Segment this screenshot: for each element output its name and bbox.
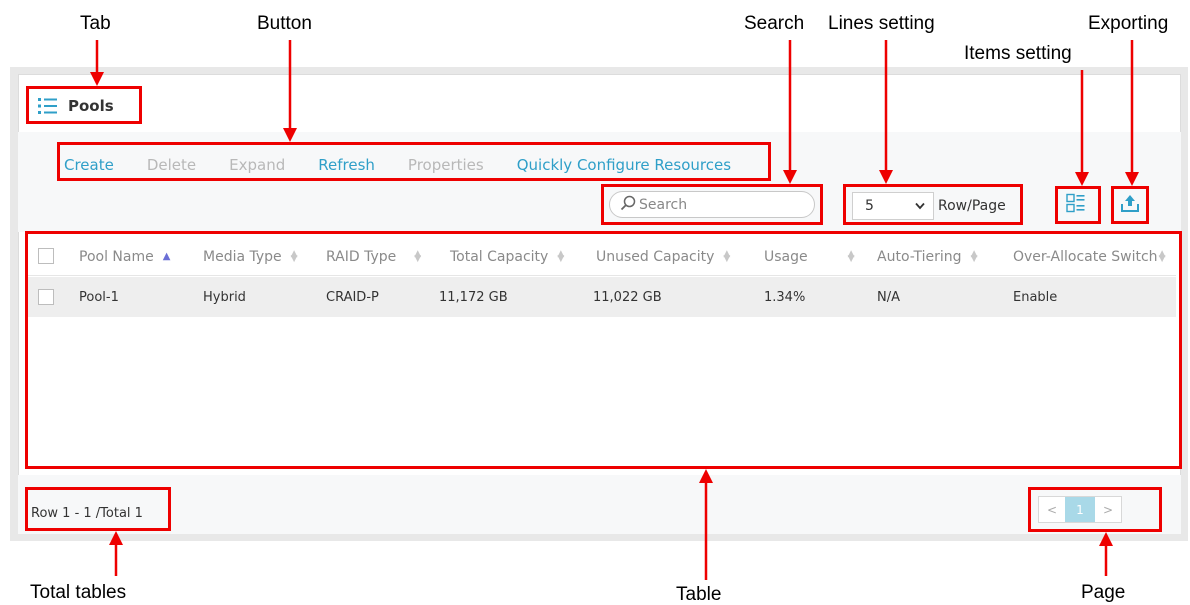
annotation-arrows (90, 40, 1139, 580)
